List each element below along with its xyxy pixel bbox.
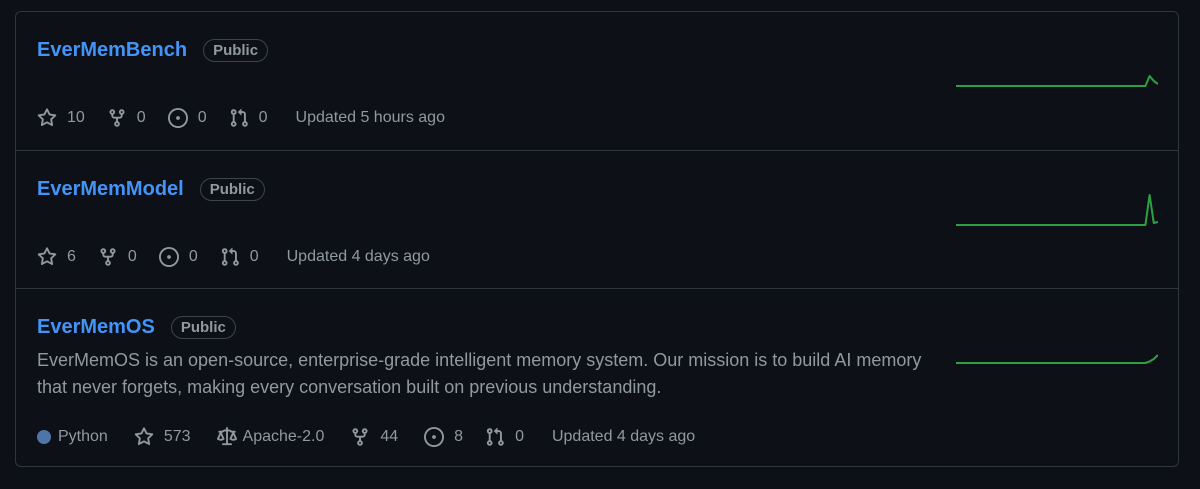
stars-link[interactable]: 6	[37, 247, 76, 267]
repository-list: EverMemBench Public 10 0 0 0 Updated 5 h…	[15, 11, 1179, 467]
updated-time: Updated 4 days ago	[551, 428, 696, 445]
issue-icon	[167, 108, 188, 128]
repo-item: EverMemBench Public 10 0 0 0 Updated 5 h…	[16, 12, 1178, 150]
repo-title-row: EverMemBench Public	[37, 38, 269, 62]
activity-sparkline	[956, 194, 1158, 226]
fork-icon	[109, 109, 125, 127]
fork-icon	[352, 428, 368, 446]
law-scale-icon	[216, 427, 237, 446]
forks-count: 0	[127, 248, 137, 265]
pull-request-icon	[486, 427, 504, 446]
pull-request-icon	[221, 247, 239, 266]
repo-item: EverMemOS Public EverMemOS is an open-so…	[16, 288, 1178, 466]
stars-count: 573	[163, 428, 191, 445]
visibility-badge: Public	[199, 177, 265, 201]
language-name: Python	[58, 428, 108, 445]
star-icon	[37, 247, 57, 266]
forks-link[interactable]: 44	[350, 427, 398, 447]
visibility-badge: Public	[170, 315, 236, 339]
issues-link[interactable]: 0	[167, 108, 207, 128]
fork-icon	[100, 248, 116, 266]
repo-name-link[interactable]: EverMemOS	[37, 315, 155, 339]
language: Python	[37, 428, 108, 446]
repo-item: EverMemModel Public 6 0 0 0 Updated 4 da…	[16, 150, 1178, 288]
updated-time: Updated 5 hours ago	[295, 109, 445, 126]
license-name: Apache-2.0	[242, 428, 325, 445]
repo-meta: 6 0 0 0 Updated 4 days ago	[37, 247, 430, 267]
pull-request-icon	[230, 108, 248, 127]
sparkline-path	[956, 194, 1158, 226]
issues-count: 0	[188, 248, 198, 265]
repo-description: EverMemOS is an open-source, enterprise-…	[37, 350, 922, 397]
repo-meta: 10 0 0 0 Updated 5 hours ago	[37, 108, 445, 128]
pull-requests-count: 0	[249, 248, 259, 265]
repo-title-row: EverMemOS Public	[37, 315, 236, 339]
sparkline-path	[956, 75, 1158, 87]
pull-requests-count: 0	[515, 428, 524, 445]
issue-icon	[158, 247, 179, 267]
repo-title-row: EverMemModel Public	[37, 177, 265, 201]
visibility-badge: Public	[203, 38, 269, 62]
pull-requests-link[interactable]: 0	[229, 108, 268, 128]
issue-icon	[424, 427, 445, 447]
repo-name-link[interactable]: EverMemModel	[37, 177, 184, 201]
pull-requests-link[interactable]: 0	[485, 427, 524, 447]
star-icon	[37, 108, 57, 127]
pull-requests-count: 0	[258, 109, 268, 126]
issues-link[interactable]: 8	[424, 427, 463, 447]
updated-time: Updated 4 days ago	[286, 248, 430, 265]
activity-sparkline	[956, 354, 1158, 364]
stars-count: 6	[67, 248, 76, 265]
stars-link[interactable]: 573	[134, 427, 191, 447]
forks-count: 0	[136, 109, 146, 126]
license: Apache-2.0	[216, 427, 325, 447]
issues-link[interactable]: 0	[158, 247, 198, 267]
sparkline-path	[956, 354, 1158, 364]
issues-count: 8	[454, 428, 464, 445]
pull-requests-link[interactable]: 0	[220, 247, 259, 267]
repo-name-link[interactable]: EverMemBench	[37, 38, 187, 62]
issues-count: 0	[197, 109, 207, 126]
stars-link[interactable]: 10	[37, 108, 85, 128]
stars-count: 10	[67, 109, 85, 126]
repo-meta: Python 573 Apache-2.0 44 8 0 Updated 4 d…	[37, 427, 695, 447]
forks-link[interactable]: 0	[98, 247, 137, 267]
python-language-dot-icon	[37, 430, 51, 444]
activity-sparkline	[956, 75, 1158, 87]
forks-count: 44	[380, 428, 399, 445]
star-icon	[134, 427, 154, 446]
forks-link[interactable]: 0	[107, 108, 146, 128]
